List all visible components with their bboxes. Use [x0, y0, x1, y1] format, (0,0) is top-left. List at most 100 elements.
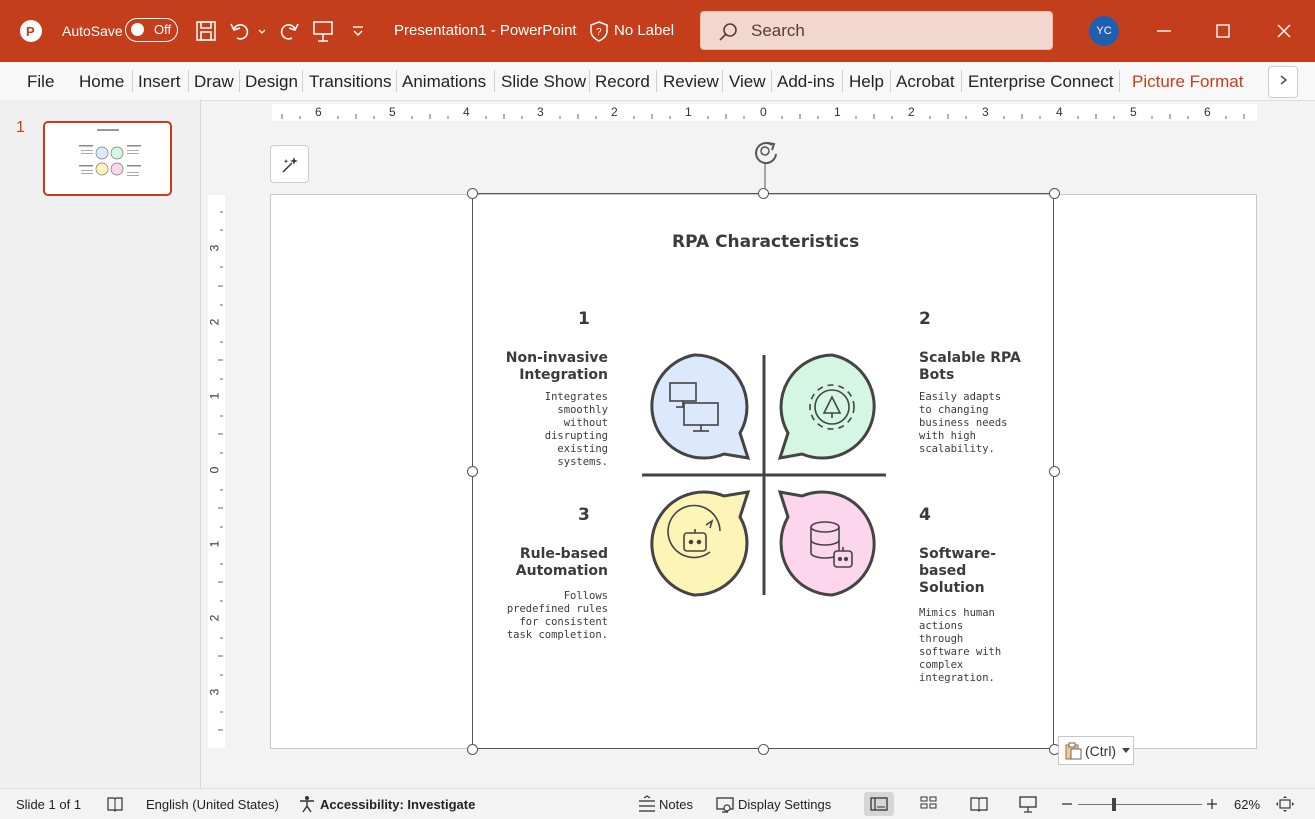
notes-icon — [639, 795, 655, 812]
tab-divider — [722, 70, 723, 92]
slide-counter: Slide 1 of 1 — [16, 797, 82, 812]
status-bar: Slide 1 of 1 English (United States) Acc… — [0, 788, 1315, 819]
slide-show-icon — [1019, 796, 1037, 813]
zoom-slider[interactable] — [1078, 798, 1202, 811]
display-settings-icon — [716, 797, 734, 813]
paste-options-label: (Ctrl) — [1085, 743, 1117, 759]
ruler-label: 2 — [207, 614, 222, 622]
tab-slide-show[interactable]: Slide Show — [501, 72, 586, 92]
ruler-label: 0 — [207, 466, 222, 474]
tab-draw[interactable]: Draw — [194, 72, 234, 92]
powerpoint-logo-icon: P — [20, 20, 42, 42]
normal-view-button[interactable] — [864, 792, 894, 816]
tab-insert[interactable]: Insert — [138, 72, 181, 92]
ruler-label: 5 — [389, 105, 396, 119]
slide-thumbnail[interactable] — [43, 121, 172, 196]
ruler-label: 3 — [207, 244, 222, 252]
maximize-icon[interactable] — [1214, 22, 1232, 40]
vertical-ruler: 3 2 1 0 1 2 3 — [207, 195, 225, 748]
tab-animations[interactable]: Animations — [402, 72, 486, 92]
zoom-slider-thumb[interactable] — [1112, 798, 1116, 811]
tab-transitions[interactable]: Transitions — [309, 72, 392, 92]
rotate-handle-icon[interactable] — [748, 136, 782, 194]
zoom-out-icon[interactable] — [1061, 798, 1073, 810]
search-box[interactable]: Search — [700, 11, 1053, 50]
undo-icon[interactable] — [229, 20, 265, 42]
resize-handle[interactable] — [467, 744, 478, 755]
resize-handle[interactable] — [1049, 188, 1060, 199]
resize-handle[interactable] — [1049, 466, 1060, 477]
resize-handle[interactable] — [467, 466, 478, 477]
paste-options-button[interactable]: (Ctrl) — [1058, 736, 1134, 765]
normal-view-icon — [870, 797, 888, 811]
tab-divider — [656, 70, 657, 92]
tab-divider — [302, 70, 303, 92]
autosave-state: Off — [154, 22, 172, 37]
accessibility-status[interactable]: Accessibility: Investigate — [320, 797, 475, 812]
clipboard-icon — [1065, 742, 1082, 760]
tab-picture-format[interactable]: Picture Format — [1132, 72, 1243, 92]
tab-acrobat[interactable]: Acrobat — [896, 72, 955, 92]
ruler-label: 1 — [834, 105, 841, 119]
ruler-label: 3 — [537, 105, 544, 119]
ruler-label: 3 — [982, 105, 989, 119]
tab-file[interactable]: File — [27, 72, 54, 92]
ribbon-tabs: File Home Insert Draw Design Transitions… — [0, 62, 1315, 101]
resize-handle[interactable] — [467, 188, 478, 199]
ribbon-scroll-right-button[interactable] — [1268, 66, 1298, 98]
present-icon[interactable] — [312, 19, 334, 43]
resize-handle[interactable] — [758, 188, 769, 199]
tab-divider — [1119, 70, 1120, 92]
minimize-icon[interactable] — [1155, 22, 1173, 40]
reading-view-button[interactable] — [964, 792, 994, 816]
avatar[interactable]: YC — [1089, 16, 1119, 46]
display-settings-button[interactable]: Display Settings — [738, 797, 831, 812]
title-bar: P AutoSave Off Presentation1 - PowerPoin… — [0, 0, 1315, 62]
tab-add-ins[interactable]: Add-ins — [777, 72, 835, 92]
tab-review[interactable]: Review — [663, 72, 719, 92]
ruler-label: 2 — [611, 105, 618, 119]
notes-button[interactable]: Notes — [659, 797, 693, 812]
svg-text:P: P — [26, 24, 35, 39]
svg-text:?: ? — [596, 27, 602, 38]
tab-divider — [842, 70, 843, 92]
designer-button[interactable] — [270, 145, 309, 183]
save-icon[interactable] — [195, 20, 217, 42]
ruler-label: 1 — [207, 540, 222, 548]
spelling-check-icon[interactable] — [106, 796, 124, 812]
search-icon — [719, 23, 737, 41]
tab-divider — [132, 70, 133, 92]
tab-view[interactable]: View — [729, 72, 766, 92]
fit-to-window-icon[interactable] — [1275, 795, 1295, 813]
tab-home[interactable]: Home — [79, 72, 124, 92]
zoom-level[interactable]: 62% — [1234, 797, 1260, 812]
close-icon[interactable] — [1275, 22, 1293, 40]
tab-divider — [771, 70, 772, 92]
tab-enterprise-connect[interactable]: Enterprise Connect — [968, 72, 1114, 92]
tab-record[interactable]: Record — [595, 72, 650, 92]
ruler-label: 6 — [1204, 105, 1211, 119]
tab-help[interactable]: Help — [849, 72, 884, 92]
customize-toolbar-icon[interactable] — [350, 24, 366, 40]
picture-selection-frame[interactable] — [472, 193, 1054, 749]
tab-divider — [494, 70, 495, 92]
ruler-label: 2 — [207, 318, 222, 326]
zoom-in-icon[interactable] — [1206, 798, 1218, 810]
tab-design[interactable]: Design — [245, 72, 298, 92]
ruler-label: 1 — [685, 105, 692, 119]
redo-icon[interactable] — [278, 20, 300, 42]
slide-show-view-button[interactable] — [1013, 792, 1043, 816]
ruler-label: 3 — [207, 688, 222, 696]
tab-divider — [396, 70, 397, 92]
sensitivity-label[interactable]: No Label — [614, 22, 674, 39]
slide-sorter-icon — [920, 796, 937, 809]
language-indicator[interactable]: English (United States) — [146, 797, 279, 812]
slide-thumbnail-panel — [0, 100, 201, 788]
slide-sorter-button[interactable] — [914, 792, 944, 816]
toggle-knob — [131, 23, 144, 36]
resize-handle[interactable] — [758, 744, 769, 755]
autosave-toggle[interactable]: Off — [125, 18, 178, 42]
ruler-label: 2 — [908, 105, 915, 119]
tab-divider — [239, 70, 240, 92]
search-placeholder: Search — [751, 21, 805, 40]
